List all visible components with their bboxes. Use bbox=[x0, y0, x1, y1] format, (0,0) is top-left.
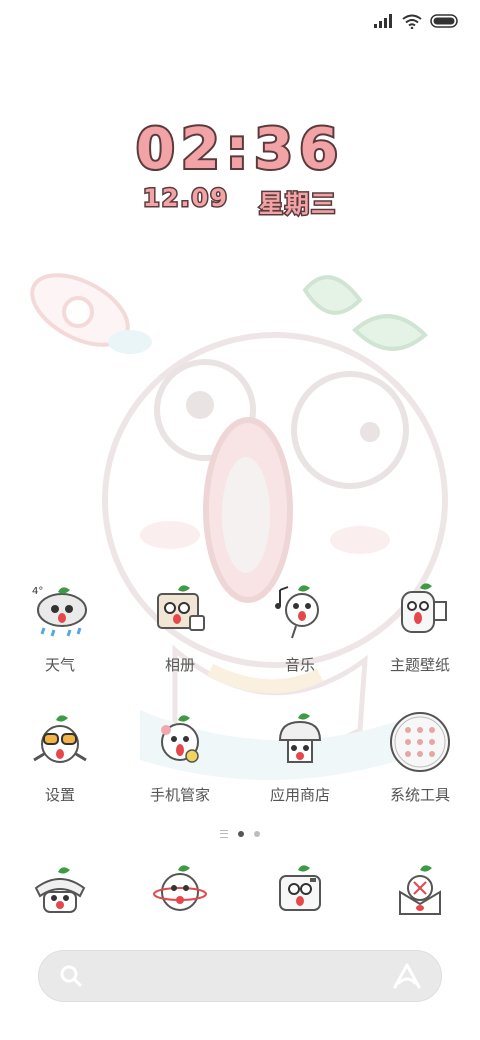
clock-widget[interactable]: 02:36 12.09 星期三 bbox=[0, 116, 480, 220]
app-grid: 4° 天气 相册 音乐 主题壁纸 设置 手机管家 应用商店 系统工具 bbox=[0, 580, 480, 840]
security-icon bbox=[148, 710, 212, 774]
search-icon bbox=[60, 965, 82, 987]
app-store-icon bbox=[268, 710, 332, 774]
app-label: 手机管家 bbox=[149, 786, 210, 804]
dock-messages[interactable] bbox=[360, 860, 480, 924]
app-weather[interactable]: 4° 天气 bbox=[0, 580, 120, 710]
clock-date-row: 12.09 星期三 bbox=[0, 183, 480, 220]
weather-badge: 4° bbox=[32, 586, 43, 597]
page-dot bbox=[254, 831, 260, 837]
clock-time: 02:36 bbox=[134, 116, 345, 184]
app-label: 应用商店 bbox=[269, 786, 330, 804]
status-bar bbox=[374, 10, 460, 32]
app-label: 系统工具 bbox=[389, 786, 450, 804]
battery-icon bbox=[430, 14, 458, 28]
theme-wallpaper-icon bbox=[388, 580, 452, 644]
wifi-icon bbox=[402, 14, 422, 29]
gallery-icon bbox=[148, 580, 212, 644]
camera-icon bbox=[268, 860, 332, 924]
phone-icon bbox=[28, 860, 92, 924]
page-indicator[interactable] bbox=[0, 830, 480, 838]
dock-browser[interactable] bbox=[120, 860, 240, 924]
settings-icon bbox=[28, 710, 92, 774]
folder-system-tools[interactable]: 系统工具 bbox=[360, 710, 480, 840]
app-label: 天气 bbox=[44, 656, 75, 674]
dock bbox=[0, 860, 480, 924]
page-dot-active bbox=[238, 831, 244, 837]
app-music[interactable]: 音乐 bbox=[240, 580, 360, 710]
search-bar[interactable] bbox=[38, 950, 442, 1002]
app-label: 设置 bbox=[44, 786, 75, 804]
app-store[interactable]: 应用商店 bbox=[240, 710, 360, 840]
rocket-icon bbox=[30, 273, 152, 354]
app-security[interactable]: 手机管家 bbox=[120, 710, 240, 840]
app-label: 音乐 bbox=[284, 656, 315, 674]
app-label: 相册 bbox=[164, 656, 195, 674]
signal-icon bbox=[374, 14, 392, 28]
app-label: 主题壁纸 bbox=[389, 656, 450, 674]
music-icon bbox=[268, 580, 332, 644]
minus-one-screen-indicator bbox=[220, 830, 228, 838]
assistant-icon[interactable] bbox=[393, 963, 421, 989]
weather-icon: 4° bbox=[28, 580, 92, 644]
app-theme-wallpaper[interactable]: 主题壁纸 bbox=[360, 580, 480, 710]
app-settings[interactable]: 设置 bbox=[0, 710, 120, 840]
clock-weekday: 星期三 bbox=[257, 189, 337, 220]
app-gallery[interactable]: 相册 bbox=[120, 580, 240, 710]
system-tools-folder-icon bbox=[388, 710, 452, 774]
clock-date: 12.09 bbox=[142, 183, 229, 214]
messages-icon bbox=[388, 860, 452, 924]
browser-icon bbox=[148, 860, 212, 924]
dock-camera[interactable] bbox=[240, 860, 360, 924]
dock-phone[interactable] bbox=[0, 860, 120, 924]
